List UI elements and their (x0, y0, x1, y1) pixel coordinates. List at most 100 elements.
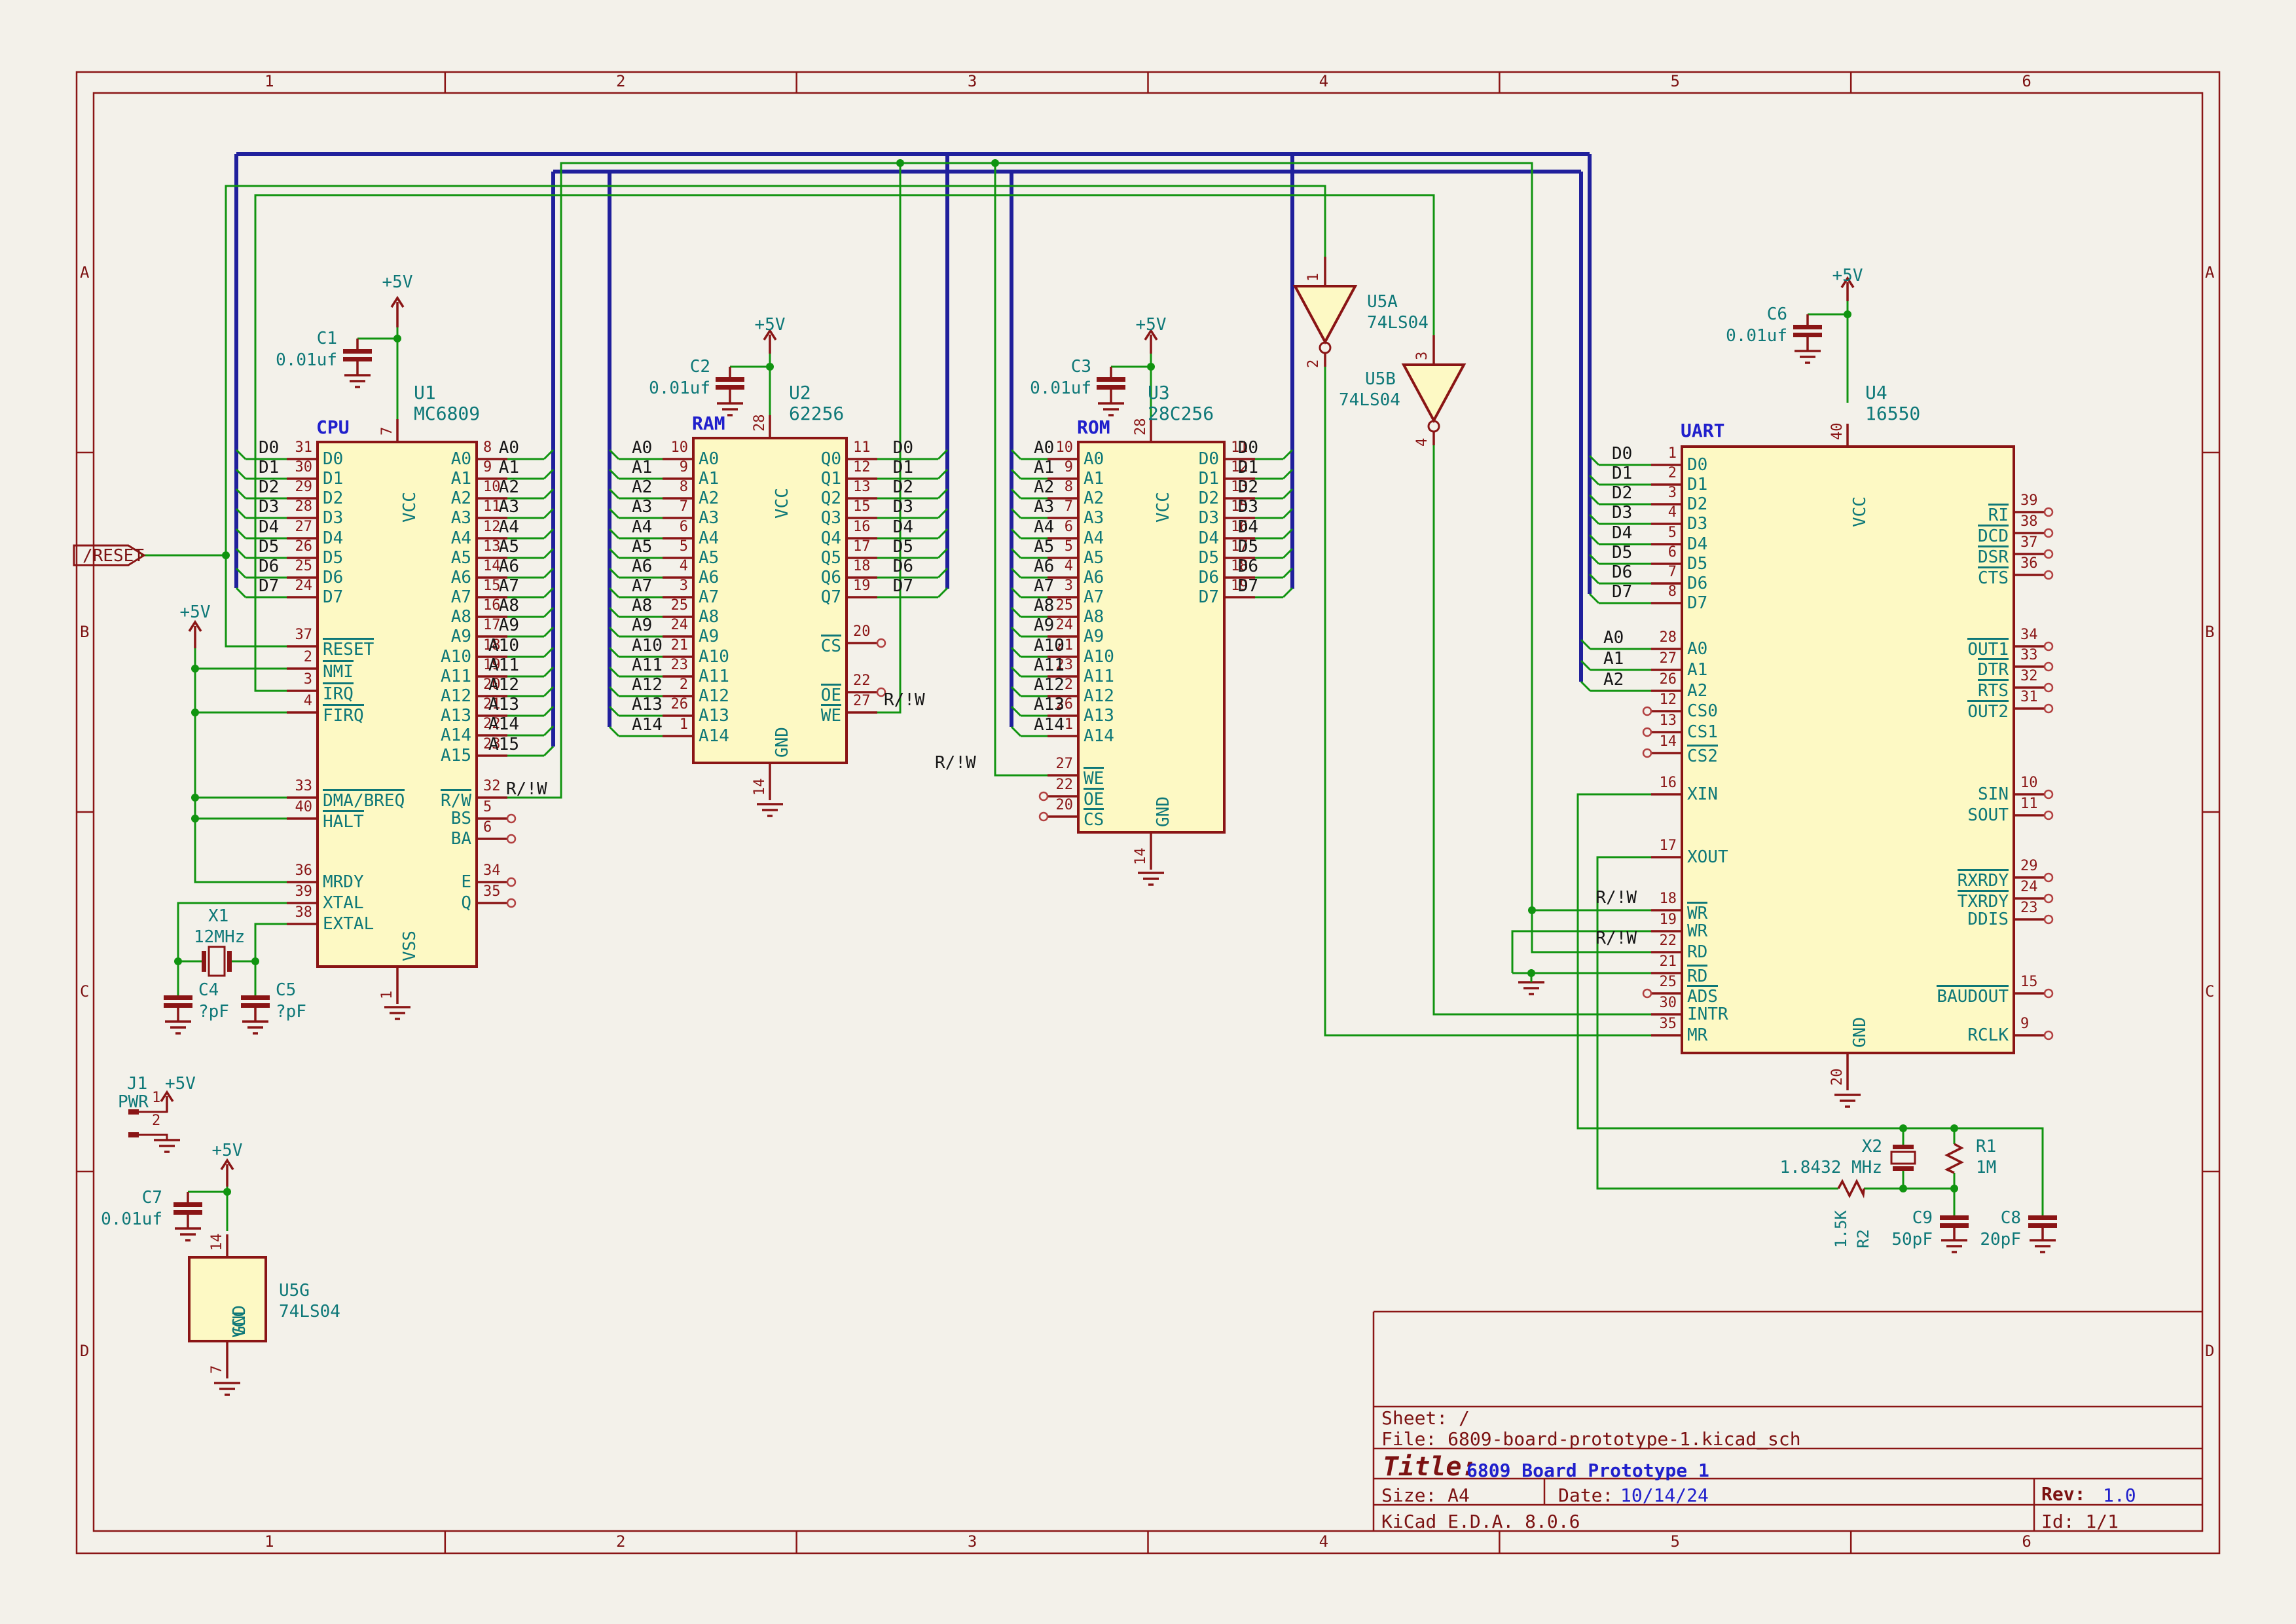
pin-name-U2-a5: A5 (699, 549, 719, 566)
no-connect (1643, 749, 1651, 757)
net-label-a1: A1 (1603, 650, 1624, 667)
crystal-x2 (1893, 1145, 1914, 1149)
pin-num-U4-gnd: 20 (1831, 1069, 1845, 1086)
pin-num-U1-11: 11 (483, 500, 501, 514)
net-label-d1: D1 (259, 459, 279, 476)
pin-name-U1-reset: RESET (323, 638, 374, 658)
pin-name-U1-a10: A10 (441, 648, 471, 665)
net-label-d5: D5 (1238, 538, 1258, 555)
pin-name-U4-rclk: RCLK (1967, 1027, 2009, 1044)
net-label-d4: D4 (259, 519, 279, 536)
pin-name-U4-rxrdy: RXRDY (1958, 869, 2009, 889)
pin-num-U1-40: 40 (295, 800, 313, 815)
pin-num-U2-6: 6 (680, 520, 688, 534)
pin-num-U2-vcc: 28 (753, 415, 767, 432)
pin-name-U2-q0: Q0 (821, 451, 841, 468)
pin-num-U4-17: 17 (1660, 839, 1677, 853)
pin-num-U1-31: 31 (295, 441, 313, 455)
pin-name-U4-out1: OUT1 (1967, 638, 2009, 658)
no-connect (2045, 550, 2052, 558)
wire (255, 924, 287, 961)
pin-num-U5G-gnd: 7 (210, 1365, 225, 1374)
junction (1899, 1124, 1907, 1132)
value-u3: 28C256 (1148, 405, 1214, 423)
net-label-d6: D6 (1612, 564, 1632, 581)
value-j1: PWR (118, 1094, 149, 1111)
titleblock-title-label: Title: (1383, 1454, 1478, 1480)
pin-num-U1-35: 35 (483, 885, 501, 899)
grid-col-label: 4 (1226, 1534, 1422, 1549)
pin-num-U2-22: 22 (853, 674, 871, 688)
pin-name-U4-d2: D2 (1687, 496, 1707, 513)
value-c2: 0.01uf (649, 380, 710, 397)
cap-c3 (1097, 377, 1125, 382)
no-connect (507, 899, 515, 907)
pin-name-U2-q2: Q2 (821, 490, 841, 507)
net-label-a0: A0 (499, 439, 519, 456)
ref-r2: R2 (1855, 1229, 1871, 1248)
junction (174, 957, 182, 965)
pin-name-U4-mr: MR (1687, 1027, 1707, 1044)
titleblock-date-label: Date: (1558, 1486, 1613, 1505)
pin-name-U2-a14: A14 (699, 728, 729, 745)
no-connect (2045, 790, 2052, 798)
net-label-a0: A0 (1034, 439, 1054, 456)
pin-num-U5A-out: 2 (1307, 360, 1321, 368)
pin-name-U3-d3: D3 (1199, 509, 1219, 526)
pin-name-U3-d4: D4 (1199, 530, 1219, 547)
pin-name-U4-xout: XOUT (1687, 849, 1728, 866)
junction (191, 794, 199, 802)
net-label-a1: A1 (632, 459, 652, 476)
pin-num-U1-26: 26 (295, 540, 313, 554)
pin-name-U2-a0: A0 (699, 451, 719, 468)
ref-c1: C1 (317, 330, 337, 347)
no-connect (507, 815, 515, 822)
ref-j1: J1 (127, 1075, 147, 1092)
pin-name-U3-a14: A14 (1084, 728, 1114, 745)
ref-c7: C7 (142, 1189, 162, 1206)
pin-name-U1-d6: D6 (323, 569, 343, 586)
pin-name-U1-extal: EXTAL (323, 915, 374, 932)
pin-name-U4-d5: D5 (1687, 555, 1707, 572)
pin-name-U2-q1: Q1 (821, 470, 841, 487)
ref-x2: X2 (1862, 1138, 1882, 1155)
pin-name-U4-gnd: GND (1851, 1017, 1868, 1048)
pin-name-U4-baudout: BAUDOUT (1937, 985, 2009, 1005)
value-u5b: 74LS04 (1339, 392, 1400, 409)
pin-name-U1-a11: A11 (441, 668, 471, 685)
net-label-rw-cpu: R/!W (506, 781, 547, 798)
net-label-d2: D2 (259, 479, 279, 496)
net-label-a3: A3 (1034, 498, 1054, 515)
net-label-a5: A5 (1034, 538, 1054, 555)
no-connect (2045, 571, 2052, 579)
pin-name-U3-oe: OE (1084, 788, 1104, 808)
pin-num-U3-10: 10 (1056, 441, 1074, 455)
inverter-U5B (1404, 365, 1464, 420)
func-label-cpu: CPU (316, 418, 350, 437)
pin-num-U3-7: 7 (1065, 500, 1073, 514)
pin-num-U4-28: 28 (1660, 631, 1677, 645)
net-label-a14: A14 (632, 716, 663, 733)
net-label-a3: A3 (632, 498, 652, 515)
pin-num-U2-9: 9 (680, 460, 688, 475)
net-label-a2: A2 (632, 479, 652, 496)
pin-name-U4-a0: A0 (1687, 640, 1707, 657)
crystal-x1 (202, 951, 206, 972)
net-label-a14: A14 (488, 716, 519, 733)
net-label-a13: A13 (488, 696, 519, 713)
pin-name-U3-d1: D1 (1199, 470, 1219, 487)
ref-u4: U4 (1865, 384, 1887, 402)
pin-name-U3-d6: D6 (1199, 569, 1219, 586)
pin-num-U4-24: 24 (2020, 880, 2038, 895)
pin-num-U1-32: 32 (483, 779, 501, 794)
pin-num-U2-18: 18 (853, 559, 871, 574)
value-r2: 1.5K (1833, 1210, 1849, 1248)
pin-num-U3-27: 27 (1056, 757, 1074, 771)
net-label-a2: A2 (1034, 479, 1054, 496)
inverter-U5A (1295, 286, 1355, 342)
pin-name-U1-nmi: NMI (323, 660, 354, 680)
pin-name-U2-a11: A11 (699, 668, 729, 685)
schematic-sheet: Sheet: / File: 6809-board-prototype-1.ki… (0, 0, 2296, 1624)
pin-name-U1-d5: D5 (323, 549, 343, 566)
pin-num-U4-34: 34 (2020, 628, 2038, 642)
